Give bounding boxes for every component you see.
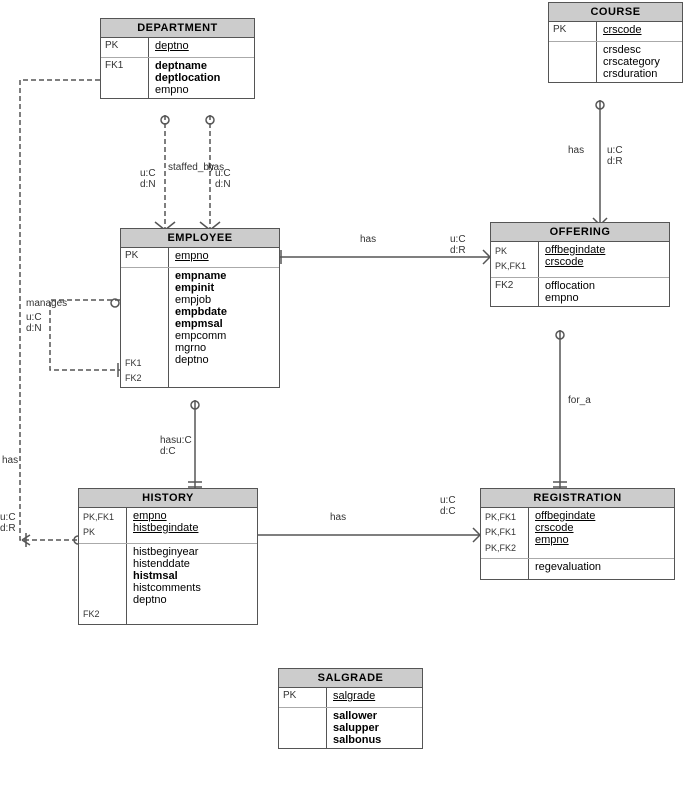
history-pk-label: PK,FK1PK	[79, 508, 127, 543]
salgrade-attrs: sallowersaluppersalbonus	[327, 708, 422, 748]
label-uc-dn-manages: u:Cd:N	[26, 312, 42, 334]
history-pk-row: PK,FK1PK empnohistbegindate	[79, 508, 257, 544]
employee-title: EMPLOYEE	[121, 229, 279, 248]
course-attrs: crsdesccrscategorycrsduration	[597, 42, 682, 82]
offering-fk2-label: FK2	[491, 278, 539, 306]
label-has-course: has	[568, 145, 584, 156]
label-uc-dr-left: u:Cd:R	[0, 512, 16, 534]
label-uc-dn-1: u:Cd:N	[140, 168, 156, 190]
course-pk-row: PK crscode	[549, 22, 682, 42]
offering-title: OFFERING	[491, 223, 669, 242]
department-attr-row: FK1 deptnamedeptlocationempno	[101, 58, 254, 98]
label-uc-dr-course: u:Cd:R	[607, 145, 623, 167]
label-has-emp-off: has	[360, 234, 376, 245]
registration-attrs: regevaluation	[529, 559, 674, 579]
salgrade-pk-label: PK	[279, 688, 327, 707]
offering-pk-label: PKPK,FK1	[491, 242, 539, 277]
history-pk-attr: empnohistbegindate	[127, 508, 257, 543]
offering-entity: OFFERING PKPK,FK1 offbegindatecrscode FK…	[490, 222, 670, 307]
label-uc-dc-hist: u:Cd:C	[440, 495, 456, 517]
department-attrs: deptnamedeptlocationempno	[149, 58, 254, 98]
history-attr-row: FK2 histbeginyearhistenddatehistmsalhist…	[79, 544, 257, 624]
employee-attr-row: FK1FK2 empnameempinitempjobempbdateempms…	[121, 268, 279, 387]
offering-attr-row: FK2 offlocationempno	[491, 278, 669, 306]
label-uc-dn-2: u:Cd:N	[215, 168, 231, 190]
label-has-left: has	[2, 455, 18, 466]
course-pk-attr: crscode	[597, 22, 682, 41]
label-hasu-emp: hasu:Cd:C	[160, 435, 192, 457]
history-fk-label: FK2	[79, 544, 127, 624]
department-pk-label: PK	[101, 38, 149, 57]
department-fk-label: FK1	[101, 58, 149, 98]
salgrade-entity: SALGRADE PK salgrade sallowersaluppersal…	[278, 668, 423, 749]
employee-fk-labels: FK1FK2	[121, 268, 169, 387]
department-entity: DEPARTMENT PK deptno FK1 deptnamedeptloc…	[100, 18, 255, 99]
salgrade-fk-label	[279, 708, 327, 748]
course-pk-label: PK	[549, 22, 597, 41]
employee-pk-label: PK	[121, 248, 169, 267]
registration-pk-label: PK,FK1PK,FK1PK,FK2	[481, 508, 529, 558]
offering-attrs: offlocationempno	[539, 278, 669, 306]
label-uc-dr-off: u:Cd:R	[450, 234, 466, 256]
department-pk-row: PK deptno	[101, 38, 254, 58]
registration-attr-row: regevaluation	[481, 559, 674, 579]
registration-fk-label	[481, 559, 529, 579]
history-attrs: histbeginyearhistenddatehistmsalhistcomm…	[127, 544, 257, 624]
diagram-container: staffed_by has u:Cd:N u:Cd:N has u:Cd:R …	[0, 0, 690, 803]
registration-pk-row: PK,FK1PK,FK1PK,FK2 offbegindatecrscodeem…	[481, 508, 674, 559]
registration-pk-attr: offbegindatecrscodeempno	[529, 508, 674, 558]
offering-pk-attr: offbegindatecrscode	[539, 242, 669, 277]
registration-title: REGISTRATION	[481, 489, 674, 508]
history-entity: HISTORY PK,FK1PK empnohistbegindate FK2 …	[78, 488, 258, 625]
registration-entity: REGISTRATION PK,FK1PK,FK1PK,FK2 offbegin…	[480, 488, 675, 580]
course-entity: COURSE PK crscode crsdesccrscategorycrsd…	[548, 2, 683, 83]
salgrade-pk-attr: salgrade	[327, 688, 422, 707]
label-manages: manages	[26, 298, 67, 309]
salgrade-pk-row: PK salgrade	[279, 688, 422, 708]
employee-entity: EMPLOYEE PK empno FK1FK2 empnameempinite…	[120, 228, 280, 388]
salgrade-attr-row: sallowersaluppersalbonus	[279, 708, 422, 748]
offering-pk-row: PKPK,FK1 offbegindatecrscode	[491, 242, 669, 278]
employee-attrs: empnameempinitempjobempbdateempmsalempco…	[169, 268, 279, 387]
course-fk-label	[549, 42, 597, 82]
employee-pk-row: PK empno	[121, 248, 279, 268]
department-title: DEPARTMENT	[101, 19, 254, 38]
department-pk-attr: deptno	[149, 38, 254, 57]
label-has-hist: has	[330, 512, 346, 523]
salgrade-title: SALGRADE	[279, 669, 422, 688]
history-title: HISTORY	[79, 489, 257, 508]
course-attr-row: crsdesccrscategorycrsduration	[549, 42, 682, 82]
course-title: COURSE	[549, 3, 682, 22]
employee-pk-attr: empno	[169, 248, 279, 267]
label-for-a: for_a	[568, 395, 591, 406]
